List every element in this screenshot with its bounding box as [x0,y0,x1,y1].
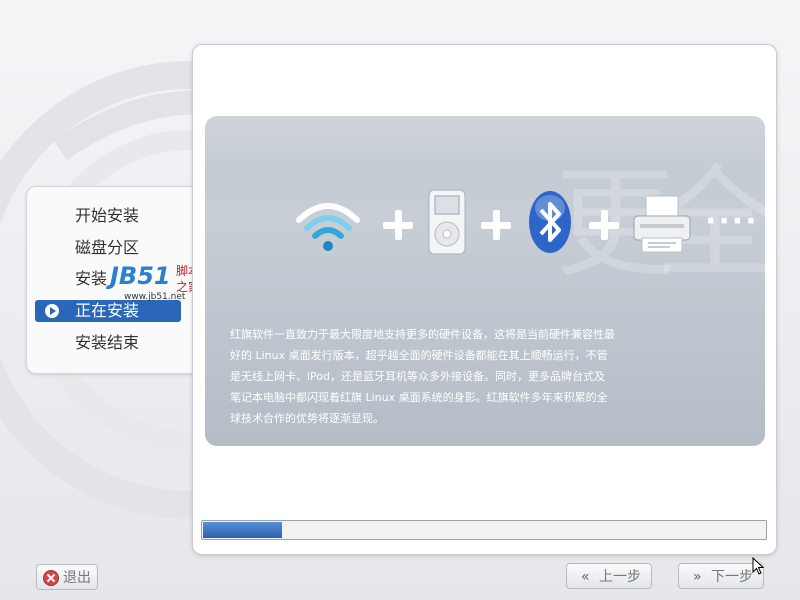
feature-slide: 更全 [205,116,765,446]
double-chevron-left-icon: « [581,569,590,585]
current-step-arrow-icon [45,304,59,318]
install-progress-bar [201,520,767,540]
hardware-icons-row: ···· [295,188,765,258]
progress-fill [203,522,282,538]
back-button[interactable]: « 上一步 [566,563,652,589]
double-chevron-right-icon: » [693,569,702,585]
mouse-cursor-icon [752,557,764,575]
more-devices-ellipsis: ···· [705,204,759,239]
close-icon [43,570,59,586]
step-start-install: 开始安装 [75,206,140,225]
ipod-icon [428,189,466,255]
plus-icon [383,210,413,240]
printer-icon [633,195,691,253]
wifi-icon [296,203,360,251]
bluetooth-icon [529,191,571,253]
feature-description: 红旗软件一直致力于最大限度地支持更多的硬件设备，这将是当前硬件兼容性最好的 Li… [230,328,615,425]
plus-icon [481,210,511,240]
plus-icon [589,210,619,240]
step-install-finish: 安装结束 [75,333,140,352]
step-installing: 正在安装 [35,300,181,322]
step-disk-partition: 磁盘分区 [75,238,140,257]
quit-button[interactable]: 退出 [36,564,98,590]
